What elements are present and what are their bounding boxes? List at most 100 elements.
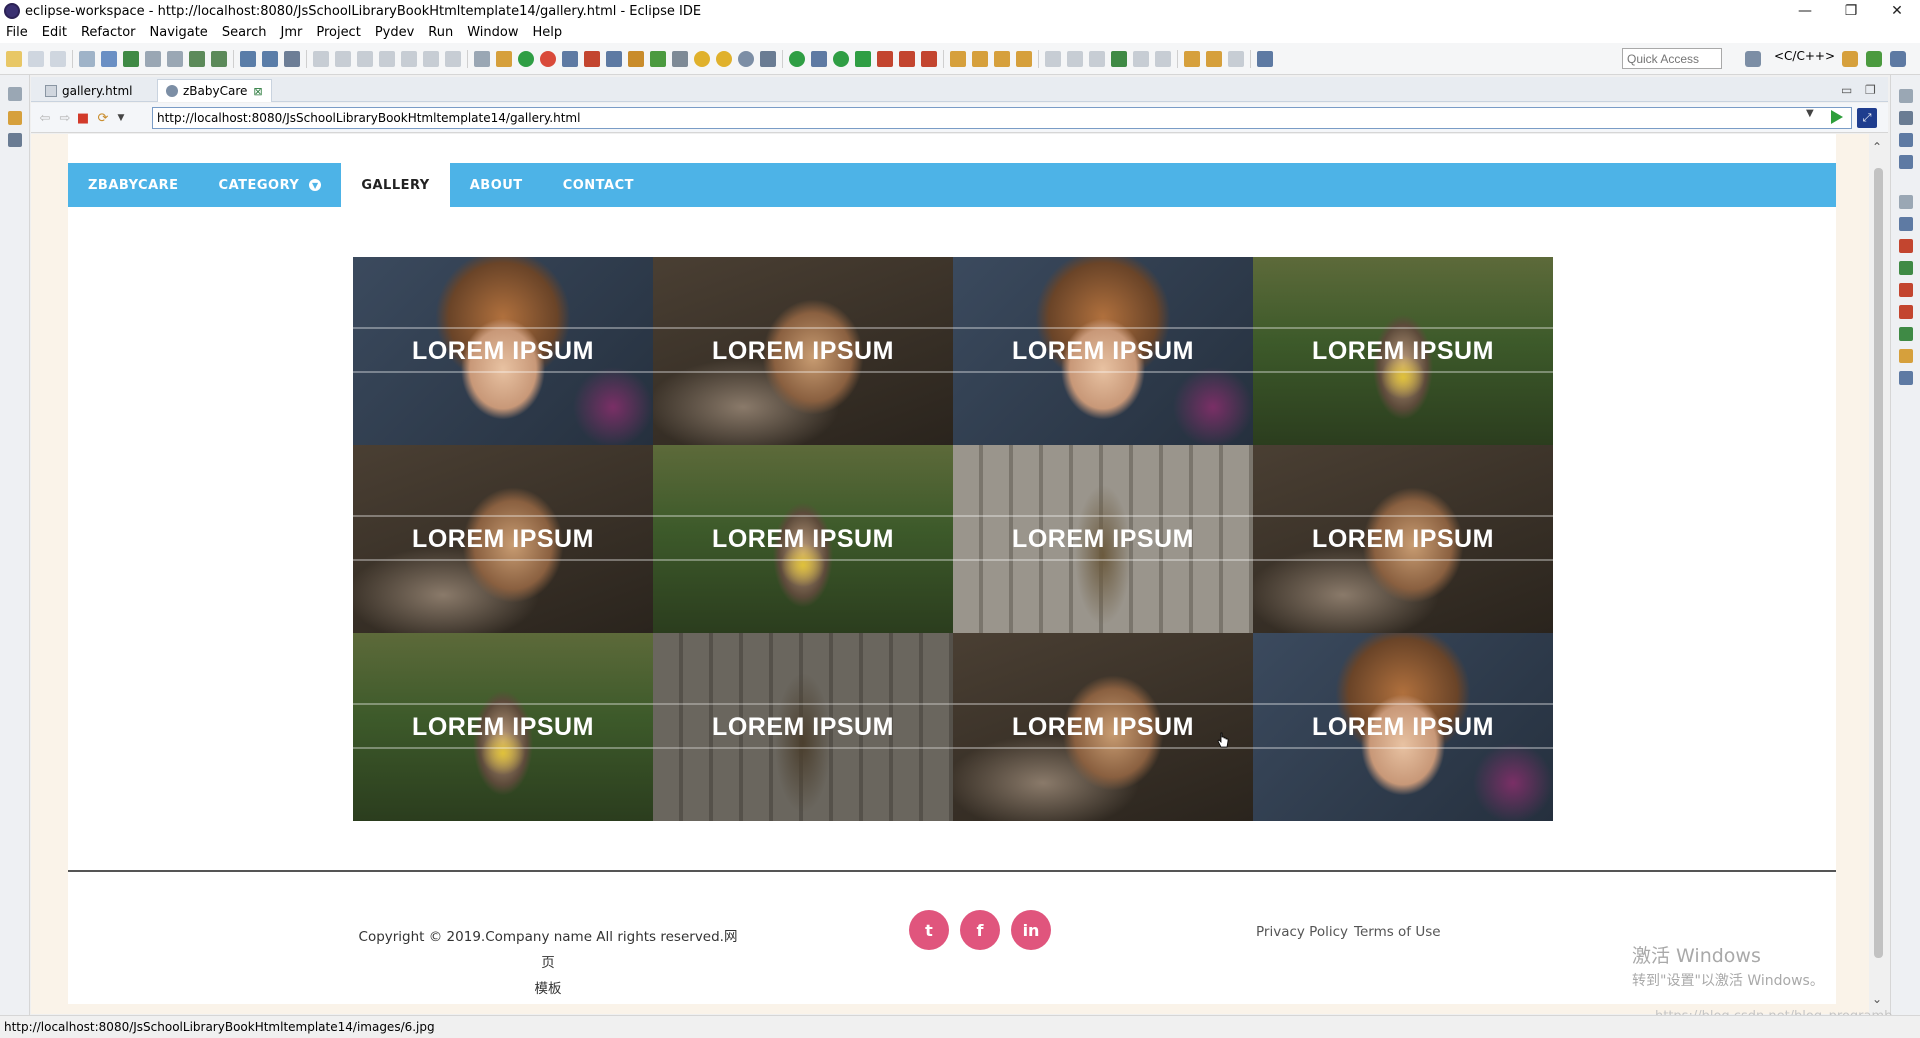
debug-red-icon[interactable]: [540, 50, 556, 67]
last-edit-icon[interactable]: [1184, 50, 1200, 67]
terminate-icon[interactable]: [357, 50, 373, 67]
twitter-icon[interactable]: t: [909, 910, 949, 950]
menu-navigate[interactable]: Navigate: [150, 25, 208, 40]
gallery-tile-hovered[interactable]: LOREM IPSUM: [953, 445, 1253, 633]
perspective-cpp[interactable]: <C/C++>: [1774, 49, 1835, 63]
stop-icon[interactable]: [899, 50, 915, 67]
gallery-tile[interactable]: LOREM IPSUM: [653, 633, 953, 821]
forward-arrow-icon[interactable]: ⇨: [57, 110, 73, 126]
menu-jmr[interactable]: Jmr: [280, 25, 302, 40]
console-icon[interactable]: [1899, 217, 1913, 231]
menu-refactor[interactable]: Refactor: [81, 25, 136, 40]
url-input[interactable]: [152, 107, 1852, 129]
nav-about[interactable]: ABOUT: [450, 163, 543, 207]
suspend-icon[interactable]: [335, 50, 351, 67]
gallery-tile[interactable]: LOREM IPSUM: [353, 445, 653, 633]
package-explorer-icon[interactable]: [8, 111, 22, 125]
gallery-tile[interactable]: LOREM IPSUM: [1253, 633, 1553, 821]
run-config-icon[interactable]: [855, 50, 871, 67]
restore-right-icon[interactable]: [1899, 89, 1913, 103]
tab-gallery-html[interactable]: gallery.html: [37, 79, 141, 102]
status-green-icon[interactable]: [789, 50, 805, 67]
word-wrap-icon[interactable]: [1045, 50, 1061, 67]
menu-run[interactable]: Run: [428, 25, 453, 40]
go-icon[interactable]: [1831, 110, 1843, 124]
maximize-editor-icon[interactable]: ❐: [1865, 83, 1876, 97]
doc-icon[interactable]: [167, 50, 183, 67]
gallery-tile[interactable]: LOREM IPSUM: [653, 445, 953, 633]
viewport-scrollbar[interactable]: ⌃ ⌄: [1869, 134, 1888, 1014]
package-icon[interactable]: [628, 50, 644, 67]
nav-zbabycare[interactable]: ZBABYCARE: [68, 163, 199, 207]
debug-perspective-icon[interactable]: [1866, 51, 1882, 67]
question-icon[interactable]: [716, 50, 732, 67]
restore-right-2-icon[interactable]: [1899, 195, 1913, 209]
gallery-tile[interactable]: LOREM IPSUM: [353, 633, 653, 821]
scroll-down-icon[interactable]: ⌄: [1872, 992, 1882, 1006]
progress-icon[interactable]: [1899, 283, 1913, 297]
whitespace-icon[interactable]: [1089, 50, 1105, 67]
menu-search[interactable]: Search: [222, 25, 267, 40]
help-icon[interactable]: [694, 50, 710, 67]
coverage-icon[interactable]: [877, 50, 893, 67]
restore-view-icon[interactable]: [8, 87, 22, 101]
open-perspective-button-icon[interactable]: [1745, 51, 1761, 67]
bug-icon[interactable]: [650, 50, 666, 67]
jar-icon[interactable]: [672, 50, 688, 67]
step-over-icon[interactable]: [423, 50, 439, 67]
java-perspective-icon[interactable]: [1842, 51, 1858, 67]
link-icon[interactable]: [562, 50, 578, 67]
menu-help[interactable]: Help: [533, 25, 563, 40]
pin-icon[interactable]: [606, 50, 622, 67]
step-return-icon[interactable]: [445, 50, 461, 67]
highlight-icon[interactable]: [1111, 50, 1127, 67]
search-type-icon[interactable]: [211, 50, 227, 67]
open-task-icon[interactable]: [972, 50, 988, 67]
menu-project[interactable]: Project: [316, 25, 360, 40]
step-into-icon[interactable]: [401, 50, 417, 67]
menu-pydev[interactable]: Pydev: [375, 25, 414, 40]
facebook-icon[interactable]: f: [960, 910, 1000, 950]
search-ref-icon[interactable]: [189, 50, 205, 67]
back-icon[interactable]: [1206, 50, 1222, 67]
scroll-up-icon[interactable]: ⌃: [1872, 140, 1882, 154]
close-window-button[interactable]: ✕: [1874, 0, 1920, 22]
quick-access-input[interactable]: [1622, 48, 1722, 69]
tab-zbabycare[interactable]: zBabyCare ⊠: [157, 79, 272, 102]
refresh-icon[interactable]: ⟳: [95, 110, 111, 126]
navigator-icon[interactable]: [8, 133, 22, 147]
save-icon[interactable]: [28, 50, 44, 67]
gallery-tile[interactable]: LOREM IPSUM: [953, 633, 1253, 821]
breakpoint-icon[interactable]: [584, 50, 600, 67]
stop-icon[interactable]: ■: [75, 110, 91, 126]
gallery-tile[interactable]: LOREM IPSUM: [653, 257, 953, 445]
prev-annotation-icon[interactable]: [1155, 50, 1171, 67]
privacy-policy-link[interactable]: Privacy Policy: [1256, 924, 1348, 940]
minimize-button[interactable]: —: [1782, 0, 1828, 22]
breakpoints-icon[interactable]: [1899, 133, 1913, 147]
outline-icon[interactable]: [101, 50, 117, 67]
scrollbar-thumb[interactable]: [1874, 168, 1883, 958]
terminal-icon[interactable]: [262, 50, 278, 67]
open-folder-icon[interactable]: [1016, 50, 1032, 67]
close-icon[interactable]: ⊠: [253, 85, 262, 98]
expressions-icon[interactable]: [1899, 155, 1913, 169]
nav-category[interactable]: CATEGORY ▼: [199, 163, 342, 207]
restore-button[interactable]: ❐: [1828, 0, 1874, 22]
next-annotation-icon[interactable]: [1133, 50, 1149, 67]
menu-file[interactable]: File: [6, 25, 28, 40]
annotation-icon[interactable]: [994, 50, 1010, 67]
run-green-icon[interactable]: [518, 50, 534, 67]
junit-icon[interactable]: [1899, 327, 1913, 341]
error-log-icon[interactable]: [1899, 305, 1913, 319]
format-icon[interactable]: [145, 50, 161, 67]
monitor-icon[interactable]: [240, 50, 256, 67]
gallery-tile[interactable]: LOREM IPSUM: [1253, 445, 1553, 633]
open-perspective-icon[interactable]: [1257, 50, 1273, 67]
run-icon[interactable]: [833, 50, 849, 67]
forward-icon[interactable]: [1228, 50, 1244, 67]
nav-contact[interactable]: CONTACT: [543, 163, 654, 207]
block-select-icon[interactable]: [1067, 50, 1083, 67]
outline-view-icon[interactable]: [1899, 371, 1913, 385]
gallery-tile[interactable]: LOREM IPSUM: [953, 257, 1253, 445]
